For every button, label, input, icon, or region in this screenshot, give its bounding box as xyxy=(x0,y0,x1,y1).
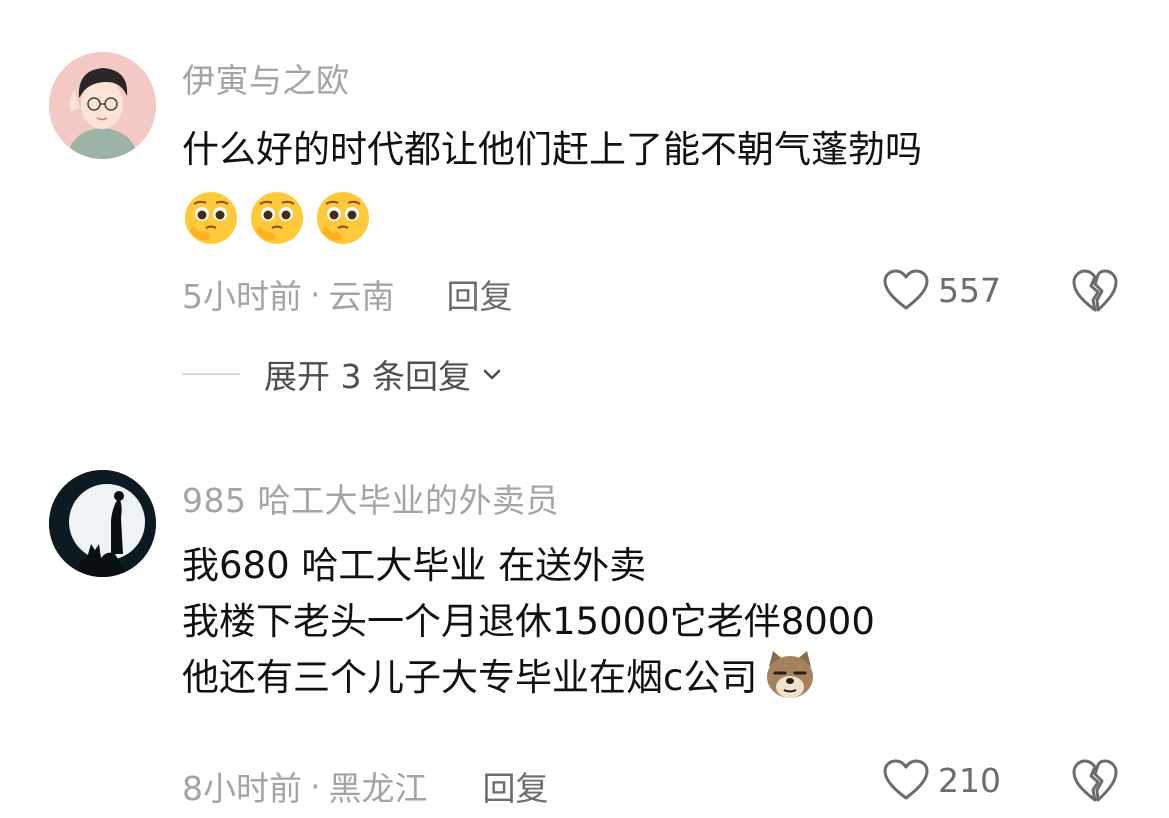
emoji-row xyxy=(182,190,372,250)
comment-line-text: 他还有三个儿子大专毕业在烟c公司 xyxy=(182,656,758,699)
comment-username[interactable]: 985 哈工大毕业的外卖员 xyxy=(182,474,559,522)
comment-time: 8小时前 xyxy=(182,769,302,808)
avatar[interactable] xyxy=(49,52,156,159)
reply-button[interactable]: 回复 xyxy=(483,762,549,810)
chevron-down-icon xyxy=(483,369,501,380)
comment-meta: 8小时前 · 黑龙江 回复 xyxy=(182,762,549,810)
meta-separator: · xyxy=(310,766,321,806)
meta-separator: · xyxy=(310,274,321,314)
dog-emoji xyxy=(763,649,817,703)
like-count: 557 xyxy=(938,270,1001,310)
comment-item: 伊寅与之欧 什么好的时代都让他们赶上了能不朝气蓬勃吗 5小时前 · 云南 回复 … xyxy=(0,0,1169,420)
comment-text: 我680 哈工大毕业 在送外卖 我楼下老头一个月退休15000它老伴8000 他… xyxy=(182,538,875,706)
pleading-face-emoji xyxy=(248,190,306,248)
comment-line: 他还有三个儿子大专毕业在烟c公司 xyxy=(182,650,875,706)
divider xyxy=(182,373,240,375)
comment-line: 我楼下老头一个月退休15000它老伴8000 xyxy=(182,600,875,643)
like-count: 210 xyxy=(938,760,1001,800)
comment-item: 985 哈工大毕业的外卖员 我680 哈工大毕业 在送外卖 我楼下老头一个月退休… xyxy=(0,440,1169,818)
broken-heart-icon xyxy=(1072,759,1118,802)
comment-line: 什么好的时代都让他们赶上了能不朝气蓬勃吗 xyxy=(182,128,922,171)
pleading-face-emoji xyxy=(314,190,372,248)
reply-button[interactable]: 回复 xyxy=(447,270,513,318)
dislike-button[interactable] xyxy=(1071,268,1119,314)
avatar[interactable] xyxy=(49,470,156,577)
comment-text: 什么好的时代都让他们赶上了能不朝气蓬勃吗 xyxy=(182,122,922,178)
heart-icon xyxy=(883,269,929,310)
dislike-button[interactable] xyxy=(1071,758,1119,804)
comment-location: 黑龙江 xyxy=(328,769,428,808)
expand-replies-button[interactable]: 展开 3 条回复 xyxy=(182,350,503,398)
comment-line: 我680 哈工大毕业 在送外卖 xyxy=(182,544,647,587)
heart-icon xyxy=(883,759,929,800)
comment-username[interactable]: 伊寅与之欧 xyxy=(182,54,350,102)
broken-heart-icon xyxy=(1072,269,1118,312)
like-button[interactable]: 210 xyxy=(882,758,1001,802)
comment-location: 云南 xyxy=(328,277,395,316)
expand-replies-label: 展开 3 条回复 xyxy=(264,357,471,396)
like-button[interactable]: 557 xyxy=(882,268,1001,312)
pleading-face-emoji xyxy=(182,190,240,248)
comment-time: 5小时前 xyxy=(182,277,302,316)
comment-meta: 5小时前 · 云南 回复 xyxy=(182,270,513,318)
